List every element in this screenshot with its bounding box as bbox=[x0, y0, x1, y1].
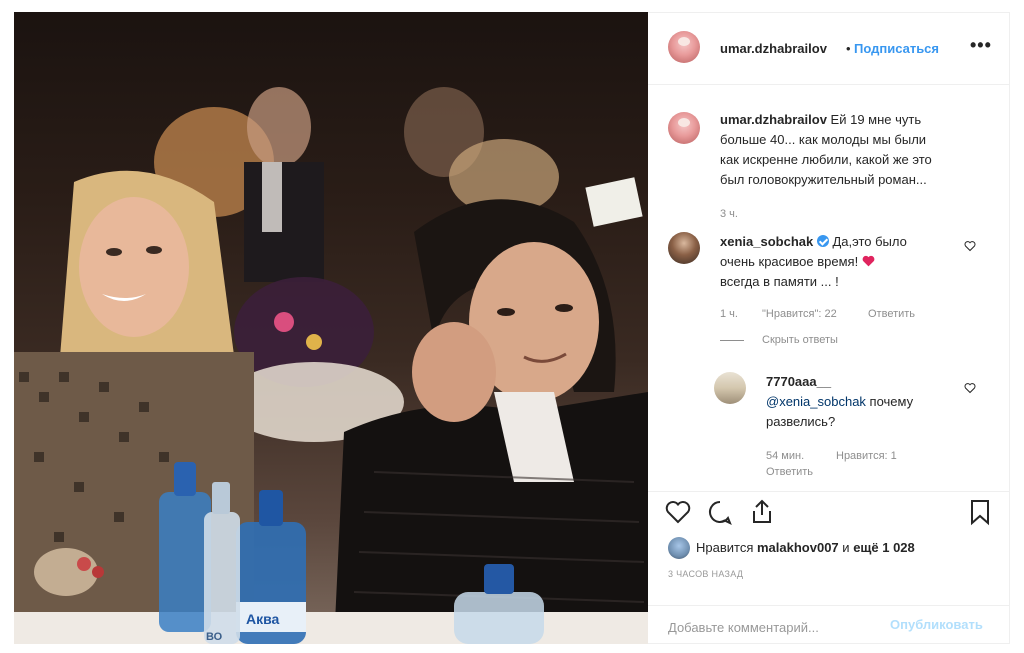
share-upload-icon[interactable] bbox=[748, 498, 776, 526]
man-hand bbox=[412, 322, 496, 422]
bg-person-face bbox=[247, 87, 311, 167]
likes-prefix: Нравится bbox=[696, 540, 754, 555]
hide-replies-button[interactable]: Скрыть ответы bbox=[762, 334, 838, 346]
comment-input[interactable] bbox=[668, 618, 888, 636]
comment-username[interactable]: xenia_sobchak bbox=[720, 234, 813, 249]
comment-avatar[interactable] bbox=[668, 232, 700, 264]
likes-middle: и bbox=[842, 540, 850, 555]
table-surface bbox=[14, 612, 648, 644]
comment-time: 1 ч. bbox=[720, 308, 738, 320]
post-timestamp[interactable]: 3 часов назад bbox=[668, 569, 743, 579]
flower-dot bbox=[274, 312, 294, 332]
man-eye bbox=[497, 308, 515, 316]
berry bbox=[77, 557, 91, 571]
reply-reply-button[interactable]: Ответить bbox=[766, 466, 813, 478]
comment-line: очень красивое время! bbox=[720, 254, 859, 269]
action-bar bbox=[648, 491, 1010, 533]
header-separator: • bbox=[846, 41, 851, 56]
likes-text[interactable]: Нравится malakhov007 и ещё 1 028 bbox=[696, 540, 915, 555]
post-comment-button[interactable]: Опубликовать bbox=[890, 617, 983, 632]
reply-text: 7770aaa__ @xenia_sobchak почему развелис… bbox=[766, 372, 966, 432]
bookmark-icon[interactable] bbox=[966, 498, 994, 526]
caption-avatar[interactable] bbox=[668, 112, 700, 144]
liker-avatar[interactable] bbox=[668, 537, 690, 559]
heart-outline-icon[interactable] bbox=[664, 498, 692, 526]
more-options-icon[interactable]: ••• bbox=[970, 35, 992, 56]
caption-line: Ей 19 мне чуть bbox=[830, 112, 922, 127]
reply-line: развелись? bbox=[766, 414, 836, 429]
hide-replies-divider bbox=[720, 340, 744, 341]
caption-username[interactable]: umar.dzhabrailov bbox=[720, 112, 827, 127]
author-username[interactable]: umar.dzhabrailov bbox=[720, 41, 827, 56]
follow-button[interactable]: Подписаться bbox=[854, 41, 939, 56]
bg-person-shirt bbox=[262, 162, 282, 232]
caption-line: больше 40... как молоды мы были bbox=[720, 132, 927, 147]
comments-list[interactable]: umar.dzhabrailov Ей 19 мне чуть больше 4… bbox=[648, 86, 1010, 486]
verified-badge-icon bbox=[816, 235, 829, 247]
comment-line: всегда в памяти ... ! bbox=[720, 274, 839, 289]
reply-line: почему bbox=[865, 394, 914, 409]
reply-likes-count[interactable]: Нравится: 1 bbox=[836, 450, 897, 462]
berry bbox=[92, 566, 104, 578]
comment-line: Да,это было bbox=[832, 234, 907, 249]
flower-dot bbox=[306, 334, 322, 350]
comment-reply-button[interactable]: Ответить bbox=[868, 308, 915, 320]
table-card bbox=[585, 177, 643, 227]
add-comment-bar: Опубликовать bbox=[648, 605, 1010, 645]
woman-face bbox=[79, 197, 189, 337]
bottle-label: ВО bbox=[206, 631, 223, 643]
reply-mention-link[interactable]: @xenia_sobchak bbox=[766, 394, 866, 409]
comment-bubble-icon[interactable] bbox=[706, 498, 734, 526]
likes-count[interactable]: ещё 1 028 bbox=[853, 540, 915, 555]
reply-avatar[interactable] bbox=[714, 372, 746, 404]
comment-text: xenia_sobchak Да,это было очень красивое… bbox=[720, 232, 960, 292]
bg-person-suit bbox=[244, 162, 324, 282]
reply-time: 54 мин. bbox=[766, 450, 805, 462]
man-eye bbox=[555, 304, 573, 312]
woman-eye bbox=[106, 248, 122, 256]
caption-line: был головокружительный роман... bbox=[720, 172, 927, 187]
comment-likes-count[interactable]: "Нравится": 22 bbox=[762, 308, 837, 320]
wine-glass bbox=[34, 548, 98, 596]
reply-like-heart-icon[interactable] bbox=[964, 382, 976, 394]
author-avatar[interactable] bbox=[668, 31, 700, 63]
woman-eye bbox=[146, 246, 162, 254]
post-sidebar: umar.dzhabrailov • Подписаться ••• umar.… bbox=[648, 12, 1010, 644]
photo-illustration: Aква ВО bbox=[14, 87, 648, 644]
reply-username[interactable]: 7770aaa__ bbox=[766, 374, 831, 389]
caption-time: 3 ч. bbox=[720, 208, 738, 220]
likes-summary: Нравится malakhov007 и ещё 1 028 bbox=[668, 537, 998, 561]
red-heart-emoji-icon bbox=[862, 255, 875, 267]
bottle-label: Aква bbox=[246, 611, 280, 627]
caption-line: как искренне любили, какой же это bbox=[720, 152, 932, 167]
post-photo[interactable]: Aква ВО bbox=[14, 12, 648, 644]
post-header: umar.dzhabrailov • Подписаться ••• bbox=[648, 13, 1010, 85]
comment-like-heart-icon[interactable] bbox=[964, 240, 976, 252]
instagram-post-window: Aква ВО umar.dzhabrailov • Подписаться •… bbox=[0, 0, 1024, 653]
caption-text: umar.dzhabrailov Ей 19 мне чуть больше 4… bbox=[720, 110, 990, 190]
liker-username[interactable]: malakhov007 bbox=[757, 540, 839, 555]
